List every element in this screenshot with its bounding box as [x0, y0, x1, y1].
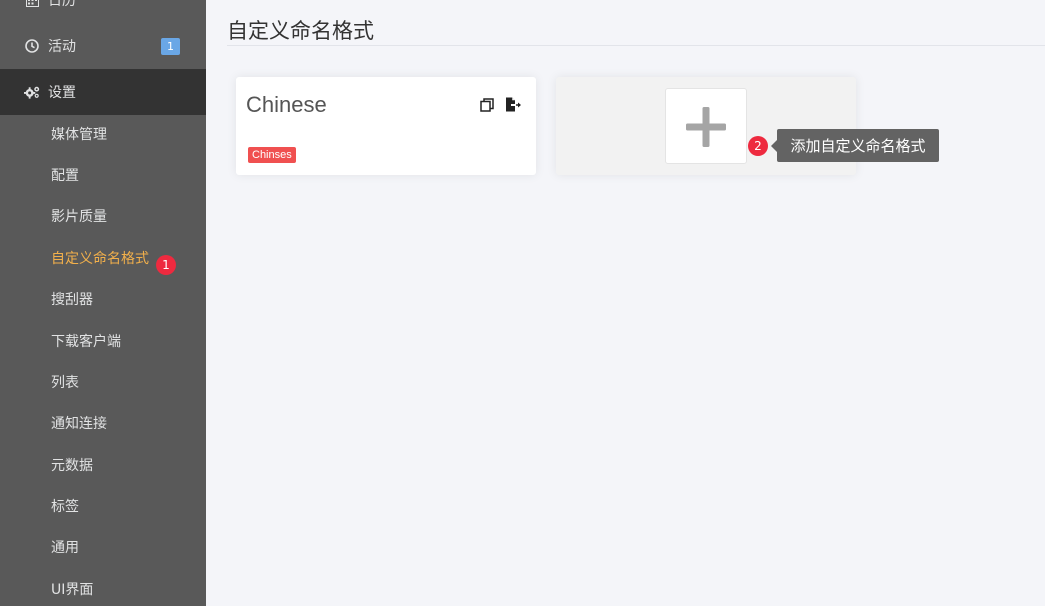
sub-item-indexers[interactable]: 搜刮器 — [51, 289, 93, 311]
sub-item-notifications[interactable]: 通知连接 — [51, 413, 107, 435]
clock-icon — [24, 38, 40, 54]
sub-item-quality[interactable]: 影片质量 — [51, 206, 107, 228]
nav-item-calendar-label: 日历 — [48, 0, 76, 9]
activity-count-badge: 1 — [161, 38, 180, 55]
calendar-icon — [24, 0, 40, 8]
step-marker-1: 1 — [156, 255, 176, 275]
step-marker-2: 2 — [748, 136, 768, 156]
sub-item-custom-naming-format[interactable]: 自定义命名格式 — [51, 248, 149, 270]
nav-item-settings[interactable]: 设置 — [0, 69, 206, 115]
nav-item-settings-label: 设置 — [48, 85, 76, 101]
sub-item-ui[interactable]: UI界面 — [51, 579, 93, 601]
sub-item-general[interactable]: 通用 — [51, 537, 79, 559]
format-tag: Chinses — [248, 147, 296, 163]
add-format-button[interactable] — [665, 88, 747, 164]
clone-icon[interactable] — [480, 97, 496, 113]
title-divider — [227, 45, 1045, 46]
sub-item-lists[interactable]: 列表 — [51, 372, 79, 394]
sub-item-media-management[interactable]: 媒体管理 — [51, 124, 107, 146]
sub-item-metadata[interactable]: 元数据 — [51, 455, 93, 477]
custom-format-card[interactable]: Chinese Chinses — [236, 77, 536, 175]
sub-item-tags[interactable]: 标签 — [51, 496, 79, 518]
nav-item-activity-label: 活动 — [48, 39, 76, 55]
plus-icon — [686, 107, 726, 147]
sidebar: 日历 活动 1 设置 媒体管理 配置 影片质量 自定义命名格式 搜刮器 下载客户… — [0, 0, 206, 606]
custom-format-card-title: Chinese — [246, 92, 327, 117]
nav-item-calendar[interactable]: 日历 — [0, 0, 206, 22]
sub-item-download-clients[interactable]: 下载客户端 — [51, 331, 121, 353]
add-format-tooltip: 添加自定义命名格式 — [771, 129, 939, 162]
gears-icon — [24, 84, 40, 100]
page-title: 自定义命名格式 — [227, 19, 374, 43]
export-icon[interactable] — [505, 97, 521, 113]
sub-item-profiles[interactable]: 配置 — [51, 165, 79, 187]
